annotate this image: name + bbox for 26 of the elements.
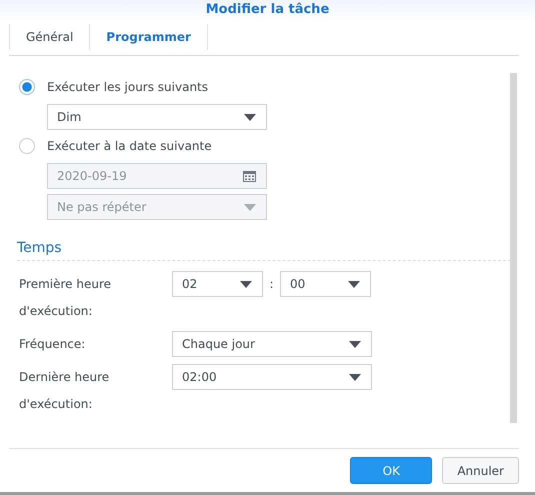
field-label: Première heure d'exécution: (19, 276, 112, 320)
time-separator: : (268, 277, 275, 291)
field-label: Fréquence: (19, 336, 86, 353)
calendar-icon (243, 170, 256, 182)
radio-label: Exécuter à la date suivante (47, 139, 212, 153)
caret-icon (244, 204, 256, 210)
scrollbar[interactable] (510, 73, 517, 423)
section-heading: Temps (17, 240, 62, 256)
dropdown[interactable]: Dim (47, 104, 267, 130)
dropdown[interactable]: Chaque jour (172, 331, 372, 357)
tab[interactable]: Programmer (89, 24, 208, 50)
window-title: Modifier la tâche (206, 1, 330, 19)
caret-icon (349, 340, 361, 348)
radio-label: Exécuter les jours suivants (47, 80, 208, 94)
field-label: Dernière heure d'exécution: (19, 369, 110, 413)
caret-icon (244, 114, 256, 120)
cancel-button[interactable]: Annuler (442, 457, 519, 484)
caret-icon (348, 280, 360, 288)
dropdown[interactable]: 00 (280, 271, 371, 297)
radio-button[interactable] (19, 138, 35, 154)
caret-icon (349, 374, 361, 380)
tab[interactable]: Général (9, 24, 90, 50)
caret-icon (240, 280, 252, 288)
radio-button[interactable] (19, 79, 35, 95)
dropdown[interactable]: 02 (172, 271, 263, 297)
dropdown[interactable]: 02:00 (172, 364, 372, 390)
